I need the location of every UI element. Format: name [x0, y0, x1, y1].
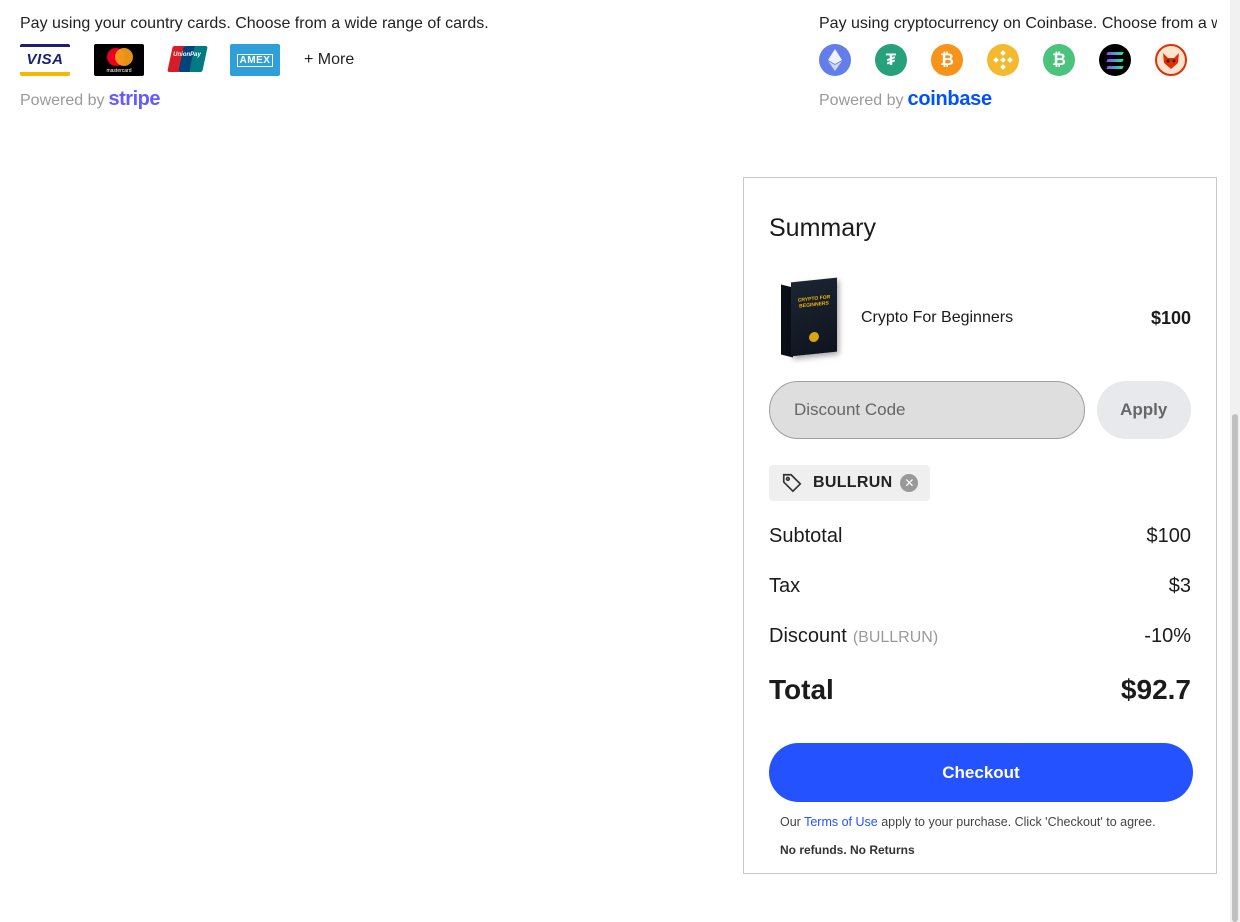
total-label: Total — [769, 674, 834, 705]
discount-row: Discount (BULLRUN) -10% — [769, 625, 1191, 648]
solana-icon — [1099, 44, 1131, 76]
stripe-payment-option[interactable]: Pay using your country cards. Choose fro… — [20, 14, 720, 111]
amex-icon: AMEX — [230, 44, 280, 76]
terms-notice: Our Terms of Use apply to your purchase.… — [780, 815, 1156, 829]
terms-of-use-link[interactable]: Terms of Use — [804, 815, 878, 829]
checkout-button[interactable]: Checkout — [769, 743, 1193, 802]
coupon-code: BULLRUN — [813, 474, 893, 491]
bitcoin-cash-icon: ₿ — [1043, 44, 1075, 76]
scrollbar-thumb[interactable] — [1232, 414, 1238, 922]
product-line: CRYPTO FOR BEGINNERS Crypto For Beginner… — [769, 277, 1191, 358]
ethereum-icon — [819, 44, 851, 76]
coinbase-description: Pay using cryptocurrency on Coinbase. Ch… — [819, 15, 1217, 32]
coin-logos: ₮ ₿ ₿ — [819, 44, 1217, 76]
tax-label: Tax — [769, 575, 801, 597]
apply-discount-button[interactable]: Apply — [1096, 381, 1191, 439]
product-image: CRYPTO FOR BEGINNERS — [769, 277, 839, 358]
bitcoin-icon: ₿ — [931, 44, 963, 76]
subtotal-value: $100 — [1146, 525, 1192, 547]
visa-icon: VISA — [20, 44, 70, 76]
discount-form: Apply — [769, 381, 1191, 439]
subtotal-row: Subtotal $100 — [769, 525, 1191, 548]
tag-icon — [782, 473, 802, 493]
remove-coupon-icon[interactable]: ✕ — [900, 474, 919, 492]
tax-value: $3 — [1168, 575, 1191, 597]
applied-coupon-chip: BULLRUN ✕ — [769, 465, 931, 501]
summary-title: Summary — [769, 214, 876, 242]
more-cards-link[interactable]: + More — [304, 51, 354, 69]
coinbase-payment-option[interactable]: Pay using cryptocurrency on Coinbase. Ch… — [819, 14, 1217, 111]
total-value: $92.7 — [1120, 674, 1191, 705]
stripe-description: Pay using your country cards. Choose fro… — [20, 15, 489, 32]
powered-by-stripe: Powered by stripe — [20, 88, 161, 110]
product-name: Crypto For Beginners — [861, 309, 1014, 326]
total-row: Total $92.7 — [769, 674, 1191, 706]
unionpay-icon: UnionPay — [167, 44, 208, 76]
subtotal-label: Subtotal — [769, 525, 843, 547]
tether-icon: ₮ — [875, 44, 907, 76]
coinbase-logo: coinbase — [907, 88, 993, 110]
discount-value: -10% — [1144, 625, 1191, 647]
card-logos: VISA mastercard UnionPay AMEX + More — [20, 44, 720, 76]
bnb-icon — [987, 44, 1019, 76]
no-refunds-notice: No refunds. No Returns — [780, 843, 915, 857]
tax-row: Tax $3 — [769, 575, 1191, 598]
mastercard-icon: mastercard — [94, 44, 144, 76]
discount-label: Discount — [769, 625, 847, 647]
discount-code-note: (BULLRUN) — [852, 629, 939, 646]
stripe-logo: stripe — [108, 88, 161, 110]
shiba-inu-icon — [1155, 44, 1187, 76]
product-price: $100 — [1150, 307, 1191, 328]
order-summary: Summary CRYPTO FOR BEGINNERS Crypto For … — [743, 177, 1217, 874]
page-scrollbar[interactable] — [1230, 0, 1240, 922]
powered-by-coinbase: Powered by coinbase — [819, 88, 993, 110]
discount-code-input[interactable] — [769, 381, 1085, 439]
